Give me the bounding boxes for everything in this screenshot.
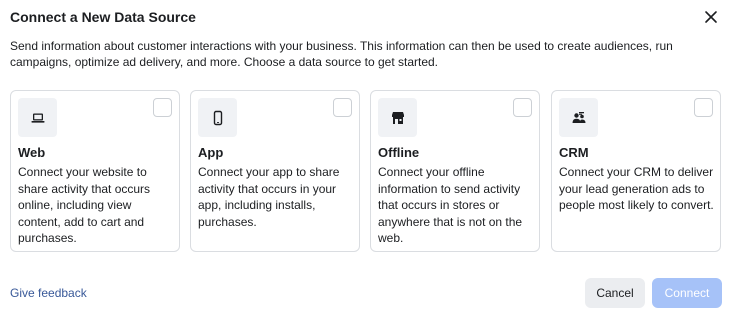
source-card-offline[interactable]: Offline Connect your offline information…	[370, 90, 540, 252]
source-name: Web	[18, 145, 46, 160]
source-description: Connect your CRM to deliver your lead ge…	[559, 165, 714, 212]
dialog-title: Connect a New Data Source	[10, 9, 196, 25]
laptop-icon	[18, 98, 57, 137]
source-description: Connect your app to share activity that …	[198, 165, 340, 229]
source-name: CRM	[559, 145, 589, 160]
source-name: Offline	[378, 145, 420, 160]
cancel-button[interactable]: Cancel	[585, 278, 645, 308]
source-checkbox[interactable]	[694, 98, 713, 117]
source-checkbox[interactable]	[333, 98, 352, 117]
phone-icon	[198, 98, 237, 137]
source-description: Connect your offline information to send…	[378, 165, 523, 245]
close-icon[interactable]	[702, 8, 720, 26]
store-icon	[378, 98, 417, 137]
source-card-app[interactable]: App Connect your app to share activity t…	[190, 90, 360, 252]
source-checkbox[interactable]	[513, 98, 532, 117]
source-card-web[interactable]: Web Connect your website to share activi…	[10, 90, 180, 252]
give-feedback-link[interactable]: Give feedback	[10, 286, 87, 300]
people-icon	[559, 98, 598, 137]
source-card-crm[interactable]: CRM Connect your CRM to deliver your lea…	[551, 90, 721, 252]
source-name: App	[198, 145, 224, 160]
source-description: Connect your website to share activity t…	[18, 165, 151, 245]
connect-button[interactable]: Connect	[652, 278, 722, 308]
dialog-description: Send information about customer interact…	[10, 39, 673, 69]
data-source-options: Web Connect your website to share activi…	[10, 90, 722, 252]
source-checkbox[interactable]	[153, 98, 172, 117]
